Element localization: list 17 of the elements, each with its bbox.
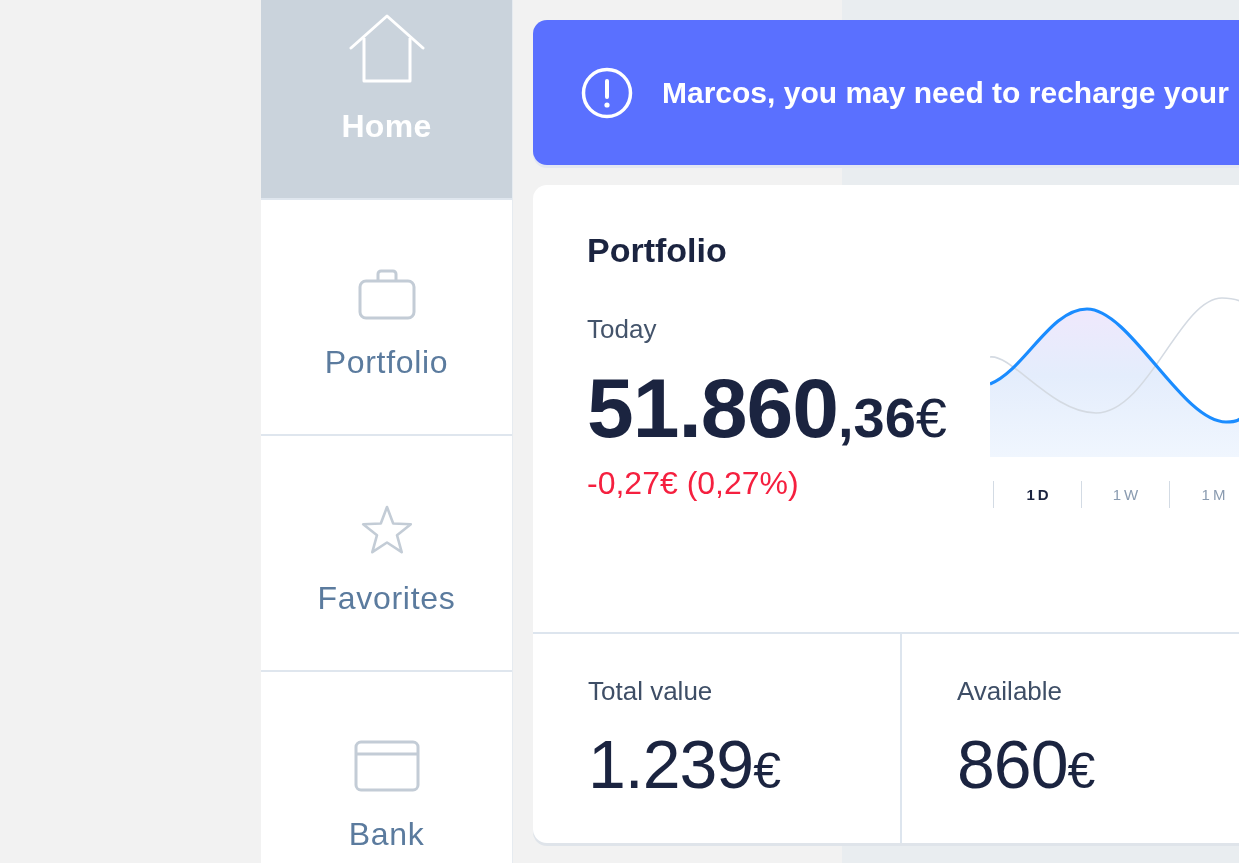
period-label: Today [587,313,658,345]
exclamation-circle-icon [581,66,633,119]
portfolio-value: 51.860,36€ [587,366,948,450]
stat-value: 860€ [957,730,1097,798]
card-title: Portfolio [587,230,728,270]
house-icon [348,14,425,84]
period-tab[interactable]: 1D [993,481,1081,508]
alert-message: Marcos, you may need to recharge your [662,74,1229,111]
star-icon [359,504,414,556]
briefcase-icon [357,268,416,320]
credit-card-icon [353,740,420,792]
period-tab[interactable]: 1W [1081,481,1169,508]
stat-label: Available [957,676,1064,706]
period-tab[interactable]: 1M [1169,481,1239,508]
stat-label: Total value [588,676,714,706]
change-text: -0,27€ (0,27%) [587,464,800,502]
stat-value: 1.239€ [588,730,782,798]
